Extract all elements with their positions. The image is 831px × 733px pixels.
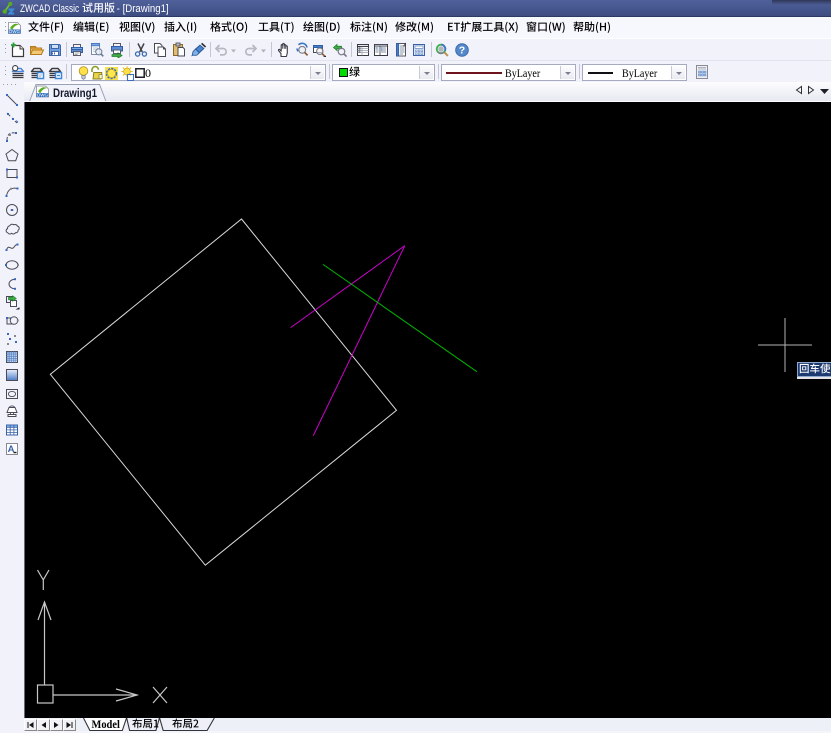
svg-text:A: A	[7, 444, 14, 455]
svg-text:?: ?	[459, 45, 465, 57]
svg-text:DWG: DWG	[9, 29, 20, 34]
svg-text:DWG: DWG	[37, 93, 48, 98]
svg-text:Model: Model	[91, 718, 119, 731]
